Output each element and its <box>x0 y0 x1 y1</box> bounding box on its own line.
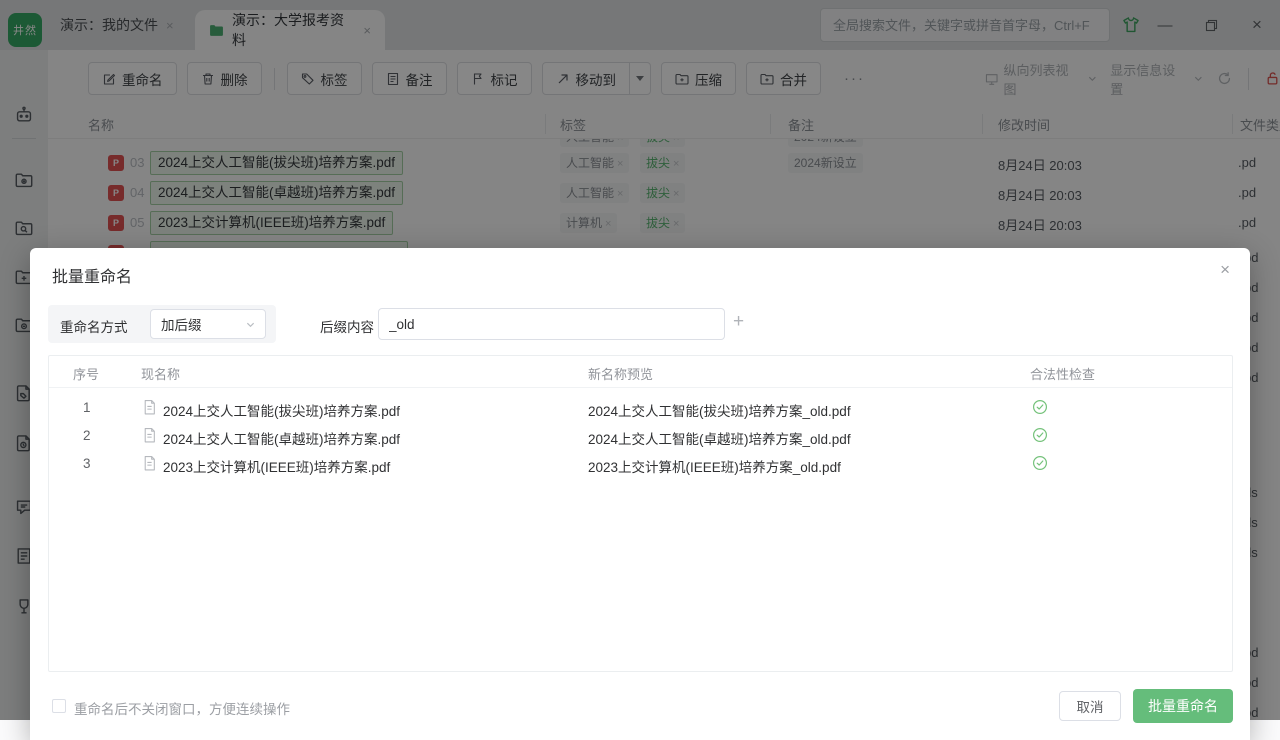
column-preview: 新名称预览 <box>588 364 653 383</box>
column-current: 现名称 <box>141 364 180 383</box>
cancel-button[interactable]: 取消 <box>1059 691 1121 721</box>
current-name: 2023上交计算机(IEEE班)培养方案.pdf <box>163 456 390 476</box>
keep-open-checkbox[interactable] <box>52 699 66 713</box>
rename-method-panel: 重命名方式 加后缀 <box>48 305 276 343</box>
add-rule-button[interactable]: + <box>733 311 744 333</box>
valid-check-icon <box>1032 427 1048 443</box>
column-index: 序号 <box>73 364 99 383</box>
rename-method-label: 重命名方式 <box>60 316 128 336</box>
dialog-title: 批量重命名 <box>52 263 132 287</box>
preview-name: 2023上交计算机(IEEE班)培养方案_old.pdf <box>588 456 841 476</box>
preview-name: 2024上交人工智能(卓越班)培养方案_old.pdf <box>588 428 851 448</box>
valid-check-icon <box>1032 455 1048 471</box>
row-index: 1 <box>83 400 91 415</box>
document-icon <box>143 456 156 471</box>
header-border <box>49 387 1232 388</box>
current-name: 2024上交人工智能(卓越班)培养方案.pdf <box>163 428 400 448</box>
chevron-down-icon <box>246 320 255 329</box>
valid-check-icon <box>1032 399 1048 415</box>
batch-rename-dialog: 批量重命名 × 重命名方式 加后缀 后缀内容 + 序号 现名称 新名称预览 合法… <box>30 248 1250 740</box>
batch-rename-confirm-button[interactable]: 批量重命名 <box>1133 689 1233 723</box>
rename-preview-table: 序号 现名称 新名称预览 合法性检查 1 2024上交人工智能(拔尖班)培养方案… <box>48 355 1233 672</box>
rename-row: 1 2024上交人工智能(拔尖班)培养方案.pdf 2024上交人工智能(拔尖班… <box>49 394 1232 422</box>
row-index: 3 <box>83 456 91 471</box>
column-check: 合法性检查 <box>1030 364 1095 383</box>
close-dialog-icon[interactable]: × <box>1220 260 1230 280</box>
document-icon <box>143 400 156 415</box>
row-index: 2 <box>83 428 91 443</box>
rename-row: 3 2023上交计算机(IEEE班)培养方案.pdf 2023上交计算机(IEE… <box>49 450 1232 478</box>
rename-row: 2 2024上交人工智能(卓越班)培养方案.pdf 2024上交人工智能(卓越班… <box>49 422 1232 450</box>
preview-name: 2024上交人工智能(拔尖班)培养方案_old.pdf <box>588 400 851 420</box>
rename-method-value: 加后缀 <box>161 314 202 334</box>
rename-method-select[interactable]: 加后缀 <box>150 309 266 339</box>
document-icon <box>143 428 156 443</box>
suffix-label: 后缀内容 <box>320 316 374 336</box>
suffix-input[interactable] <box>378 308 725 340</box>
current-name: 2024上交人工智能(拔尖班)培养方案.pdf <box>163 400 400 420</box>
keep-open-label: 重命名后不关闭窗口，方便连续操作 <box>74 698 290 718</box>
